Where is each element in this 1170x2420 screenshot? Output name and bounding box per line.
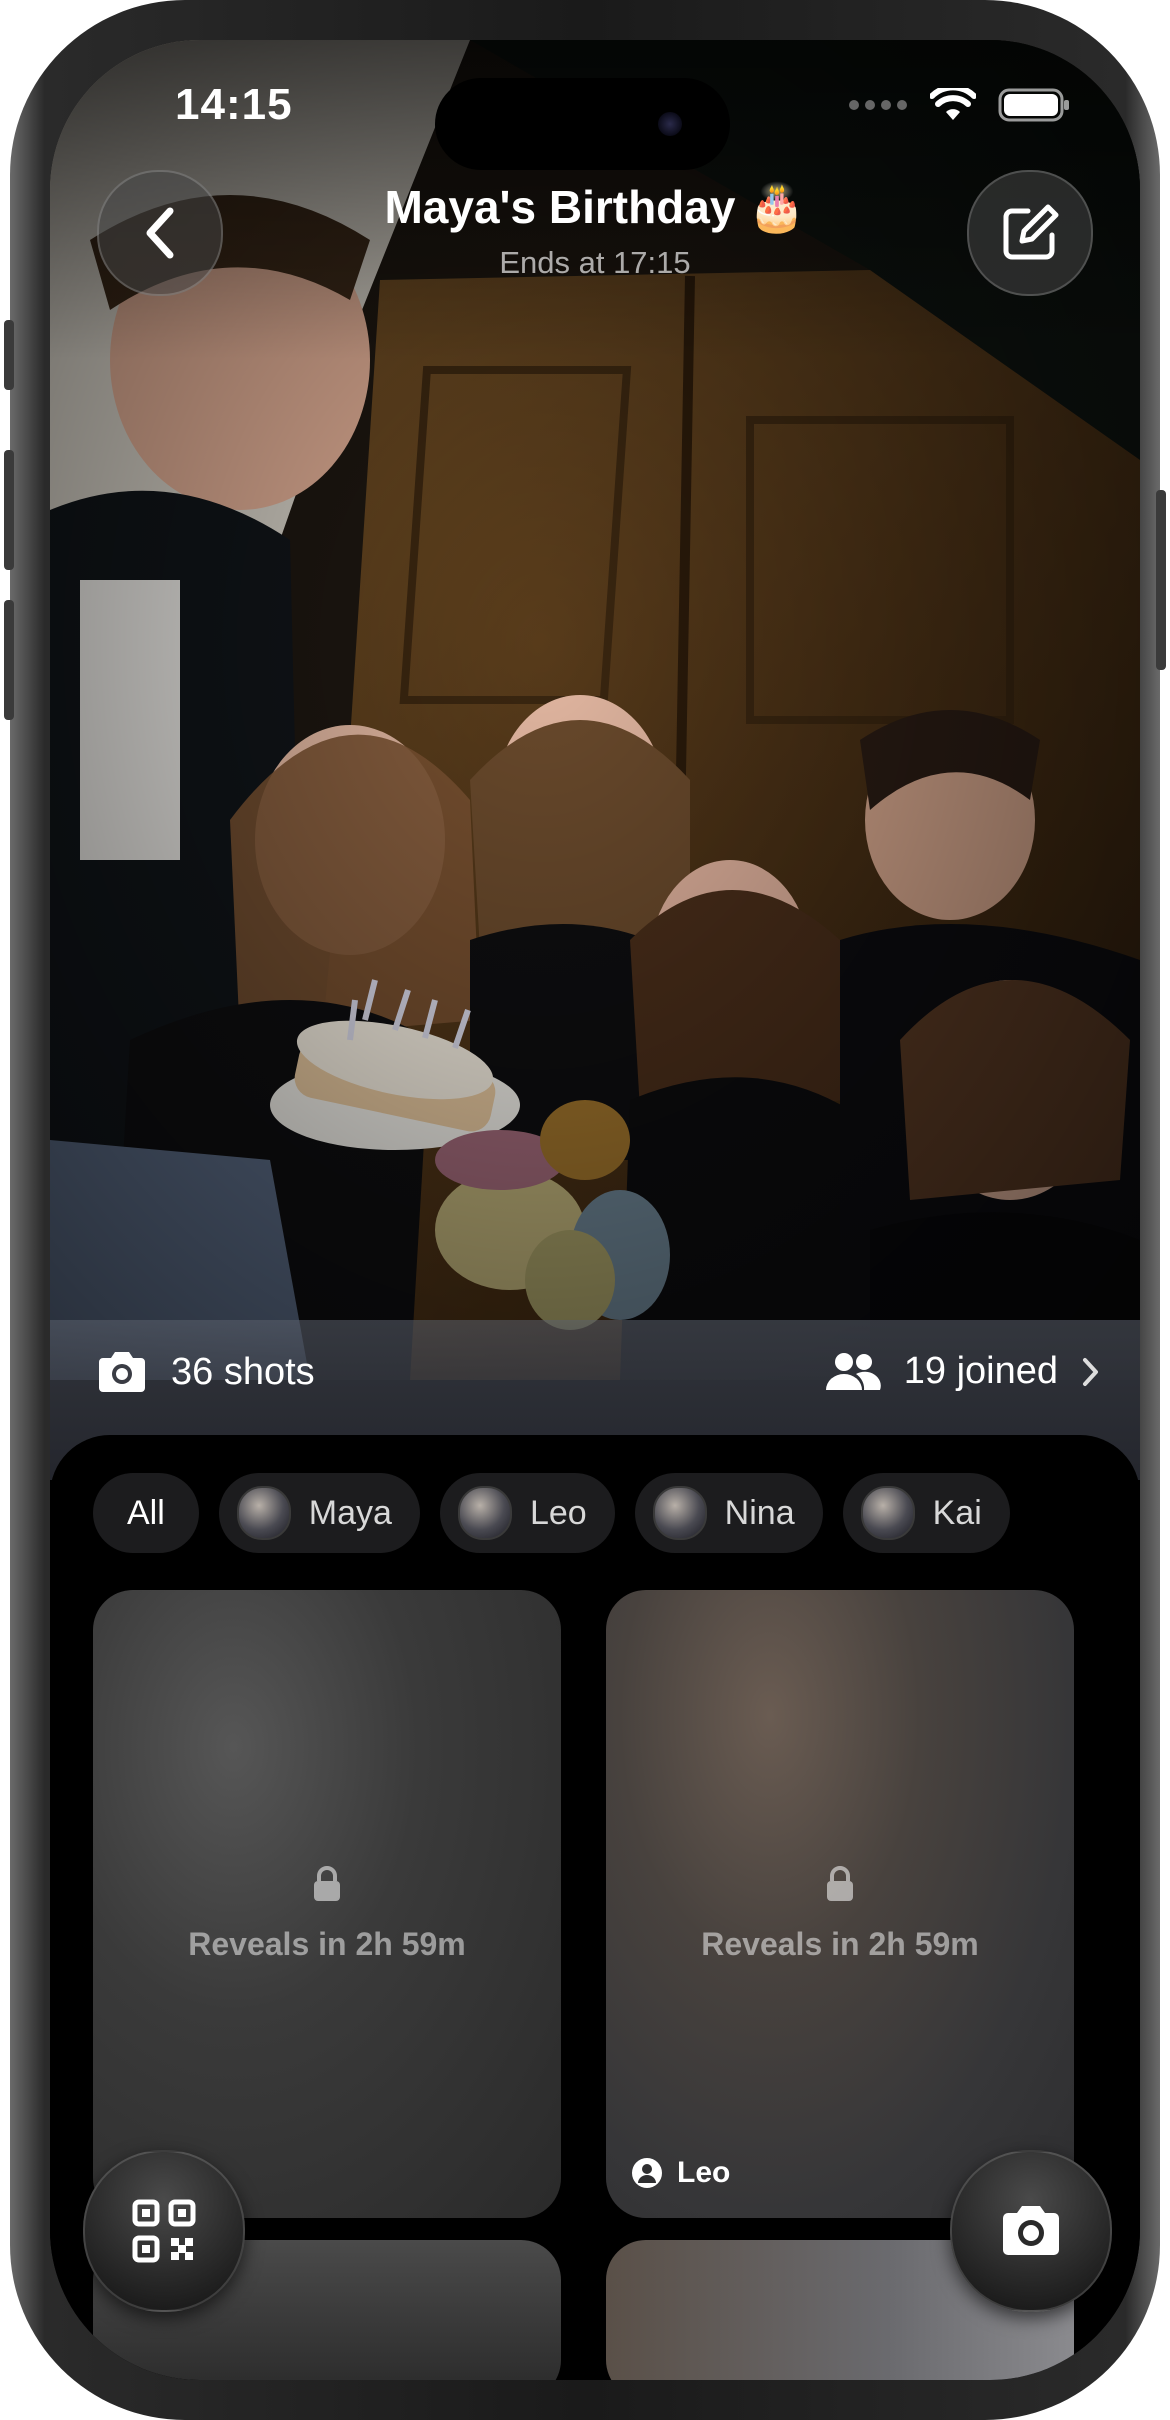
camera-icon — [99, 1352, 145, 1392]
chevron-left-icon — [146, 207, 174, 259]
shots-label: 36 shots — [171, 1350, 315, 1393]
shots-count: 36 shots — [95, 1350, 315, 1394]
photo-gallery: All Maya Leo Nina Kai Reveals in 2h 59m … — [50, 1435, 1140, 2380]
wifi-icon — [930, 88, 976, 120]
take-photo-button[interactable] — [950, 2150, 1112, 2312]
photo-owner-name: Leo — [677, 2156, 731, 2189]
avatar — [457, 1486, 512, 1540]
qr-code-icon — [132, 2199, 196, 2263]
power-button — [1156, 490, 1166, 670]
status-time: 14:15 — [175, 80, 293, 129]
event-title: Maya's Birthday 🎂 — [384, 181, 806, 233]
lock-icon — [827, 1866, 853, 1901]
person-icon — [632, 2158, 662, 2188]
edit-button[interactable] — [967, 170, 1093, 296]
reveal-countdown: Reveals in 2h 59m — [188, 1926, 466, 1962]
filter-chip-kai[interactable]: Kai — [842, 1473, 1010, 1553]
action-button — [4, 320, 14, 390]
locked-photo-card[interactable]: Reveals in 2h 59m Leo — [606, 1590, 1074, 2218]
phone-frame: 14:15 Maya's Birthday 🎂 Ends at 17:15 36… — [4, 0, 1166, 2420]
volume-up-button — [4, 450, 14, 570]
back-button[interactable] — [97, 170, 223, 296]
qr-code-button[interactable] — [83, 2150, 245, 2312]
filter-chip-all[interactable]: All — [93, 1473, 199, 1553]
filter-chip-nina[interactable]: Nina — [634, 1473, 823, 1553]
battery-icon — [998, 88, 1069, 122]
lock-overlay: Reveals in 2h 59m — [93, 1865, 561, 1963]
event-header: Maya's Birthday 🎂 Ends at 17:15 — [250, 180, 940, 281]
filter-chip-label: All — [127, 1493, 165, 1532]
filter-chip-label: Kai — [932, 1493, 982, 1532]
filter-chip-maya[interactable]: Maya — [218, 1473, 420, 1553]
joined-count-button[interactable]: 19 joined — [824, 1350, 1100, 1393]
filter-chip-label: Leo — [529, 1493, 587, 1532]
chevron-right-icon — [1083, 1357, 1098, 1386]
dynamic-island — [435, 78, 730, 170]
people-icon — [825, 1352, 881, 1390]
participant-filter: All Maya Leo Nina Kai — [93, 1473, 1103, 1555]
filter-chip-label: Maya — [308, 1493, 392, 1532]
locked-photo-card[interactable]: Reveals in 2h 59m — [93, 1590, 561, 2218]
volume-down-button — [4, 600, 14, 720]
event-end-time: Ends at 17:15 — [499, 245, 691, 280]
lock-overlay: Reveals in 2h 59m — [606, 1865, 1074, 1963]
app-screen: 14:15 Maya's Birthday 🎂 Ends at 17:15 36… — [50, 40, 1140, 2380]
front-camera-icon — [658, 112, 682, 136]
avatar — [860, 1486, 915, 1540]
status-indicators — [848, 88, 1070, 122]
joined-label: 19 joined — [903, 1350, 1058, 1392]
lock-icon — [314, 1866, 340, 1901]
compose-icon — [1003, 204, 1059, 260]
filter-chip-label: Nina — [724, 1493, 795, 1532]
reveal-countdown: Reveals in 2h 59m — [701, 1926, 979, 1962]
avatar — [652, 1486, 707, 1540]
signal-icon — [849, 100, 907, 110]
avatar — [236, 1486, 291, 1540]
camera-icon — [1003, 2206, 1059, 2255]
photo-owner: Leo — [631, 2156, 730, 2190]
filter-chip-leo[interactable]: Leo — [439, 1473, 615, 1553]
